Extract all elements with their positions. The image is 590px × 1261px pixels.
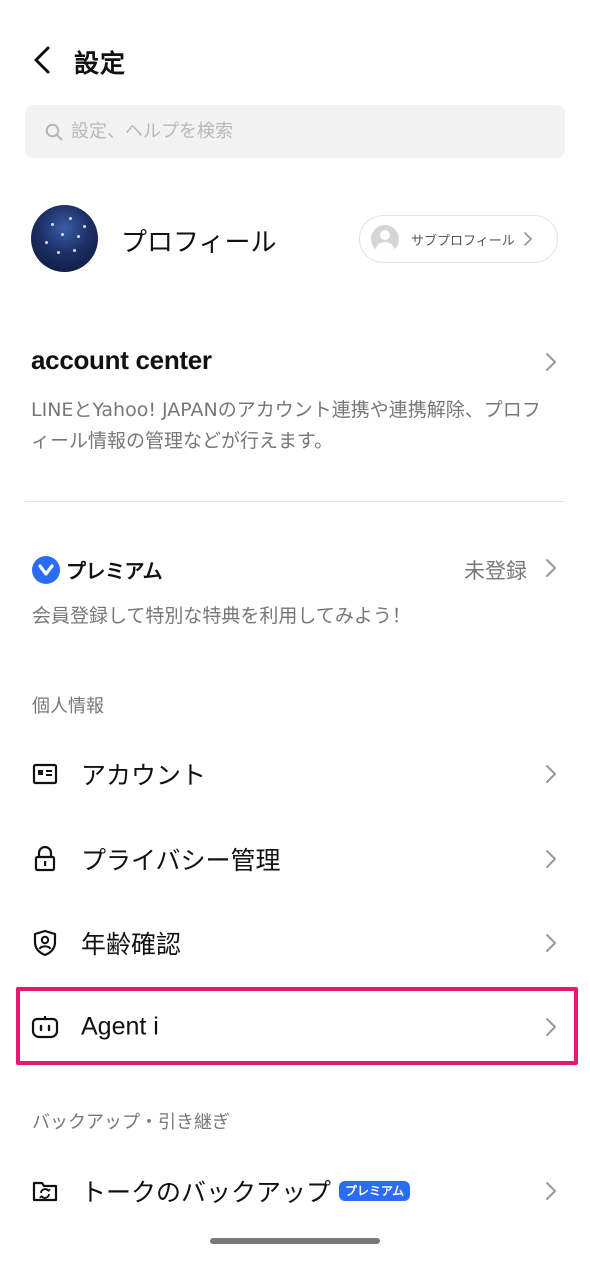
- chevron-right-icon: [546, 1018, 556, 1036]
- divider: [25, 501, 565, 502]
- menu-item-label: 年齢確認: [81, 930, 182, 959]
- subprofile-label: サブプロフィール: [411, 233, 515, 249]
- menu-item-age-verification[interactable]: 年齢確認: [0, 901, 590, 985]
- chevron-right-icon: [546, 1182, 556, 1200]
- back-button[interactable]: [24, 40, 60, 80]
- avatar[interactable]: [31, 205, 98, 272]
- search-input[interactable]: [71, 121, 541, 142]
- menu-item-label-wrap: トークのバックアップ プレミアム: [81, 1173, 411, 1209]
- menu-item-talk-backup[interactable]: トークのバックアップ プレミアム: [0, 1149, 590, 1233]
- search-bar[interactable]: [25, 105, 565, 158]
- premium-status: 未登録: [464, 559, 527, 583]
- back-arrow-icon: [34, 46, 50, 74]
- subprofile-button[interactable]: サブプロフィール: [359, 215, 558, 263]
- premium-description: 会員登録して特別な特典を利用してみよう！: [32, 605, 411, 627]
- lock-icon: [31, 845, 59, 873]
- premium-logo: プレミアム: [32, 555, 163, 584]
- chevron-right-icon: [546, 765, 556, 783]
- menu-item-account[interactable]: アカウント: [0, 732, 590, 816]
- premium-badge: プレミアム: [339, 1181, 411, 1201]
- profile-name: プロフィール: [121, 228, 277, 258]
- sub-avatar-icon: [371, 225, 399, 253]
- section-label-personal: 個人情報: [32, 696, 104, 717]
- chevron-right-icon: [546, 559, 556, 577]
- folder-sync-icon: [31, 1177, 59, 1205]
- section-label-backup: バックアップ・引き継ぎ: [32, 1112, 230, 1133]
- account-center-description: LINEとYahoo! JAPANのアカウント連携や連携解除、プロフィール情報の…: [31, 399, 541, 452]
- premium-badge-icon: [32, 555, 60, 584]
- search-icon: [45, 123, 63, 140]
- page-title: 設定: [74, 49, 127, 78]
- menu-item-privacy[interactable]: プライバシー管理: [0, 817, 590, 901]
- menu-item-label: トークのバックアップ: [81, 1178, 332, 1207]
- menu-item-label: アカウント: [81, 761, 207, 790]
- premium-row[interactable]: プレミアム 未登録 会員登録して特別な特典を利用してみよう！: [0, 545, 590, 635]
- menu-item-label: プライバシー管理: [81, 846, 281, 875]
- menu-item-label: Agent i: [81, 1012, 159, 1041]
- chevron-right-icon: [546, 934, 556, 952]
- menu-item-agent-i[interactable]: Agent i: [0, 985, 590, 1069]
- chevron-right-icon: [546, 850, 556, 868]
- premium-logo-text: プレミアム: [66, 559, 163, 583]
- chevron-right-icon: [523, 232, 532, 246]
- header: 設定: [0, 30, 590, 92]
- robot-face-icon: [31, 1013, 59, 1041]
- home-indicator[interactable]: [210, 1238, 380, 1244]
- profile-row[interactable]: プロフィール サブプロフィール: [0, 202, 590, 276]
- shield-user-icon: [31, 929, 59, 957]
- id-card-icon: [31, 760, 59, 788]
- chevron-right-icon: [546, 353, 556, 371]
- account-center-title: account center: [31, 345, 212, 375]
